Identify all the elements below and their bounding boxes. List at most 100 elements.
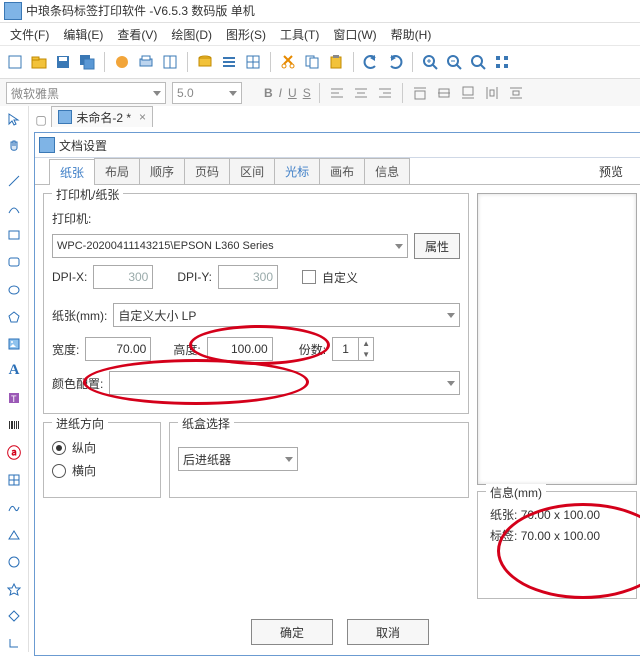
menu-edit[interactable]: 编辑(E) [57, 24, 109, 45]
doc-settings-icon[interactable] [113, 53, 131, 71]
redo-icon[interactable] [386, 53, 404, 71]
dpi-y-label: DPI-Y: [177, 270, 212, 284]
text-icon[interactable]: A [5, 362, 23, 379]
polygon-icon[interactable] [5, 308, 23, 325]
fontsize-value: 5.0 [177, 86, 194, 100]
tab-cursor[interactable]: 光标 [274, 158, 320, 184]
saveall-icon[interactable] [78, 53, 96, 71]
triangle-icon[interactable] [5, 526, 23, 543]
ellipse-icon[interactable] [5, 281, 23, 298]
menu-window[interactable]: 窗口(W) [327, 24, 382, 45]
pointer-icon[interactable] [5, 110, 23, 127]
new-icon[interactable] [6, 53, 24, 71]
close-icon[interactable]: × [139, 110, 146, 124]
tab-range[interactable]: 区间 [229, 158, 275, 184]
dpi-y-field[interactable]: 300 [218, 265, 278, 289]
align-left-icon[interactable] [328, 84, 346, 102]
strike-button[interactable]: S [303, 86, 311, 100]
dist-h-icon[interactable] [483, 84, 501, 102]
richtext-icon[interactable]: T [5, 390, 23, 407]
grid-icon[interactable] [244, 53, 262, 71]
database-icon[interactable] [196, 53, 214, 71]
cancel-button[interactable]: 取消 [347, 619, 429, 645]
angle-icon[interactable] [5, 635, 23, 652]
menu-view[interactable]: 查看(V) [111, 24, 163, 45]
copies-spinner[interactable]: 1 ▲▼ [332, 337, 374, 361]
star-icon[interactable] [5, 581, 23, 598]
menu-shape[interactable]: 图形(S) [220, 24, 272, 45]
tab-canvas[interactable]: 画布 [319, 158, 365, 184]
dialog-left: 打印机/纸张 打印机: WPC-20200411143215\EPSON L36… [43, 193, 469, 607]
tab-layout[interactable]: 布局 [94, 158, 140, 184]
underline-button[interactable]: U [288, 86, 297, 100]
paper-combo[interactable]: 自定义大小 LP [113, 303, 460, 327]
workspace: A T ⓐ ▢ 未命名-2 * × 文档设置 纸张 布局 顺序 页码 区间 [0, 106, 640, 652]
hand-icon[interactable] [5, 137, 23, 154]
printer-combo[interactable]: WPC-20200411143215\EPSON L360 Series [52, 234, 408, 258]
cut-icon[interactable] [279, 53, 297, 71]
landscape-radio[interactable] [52, 464, 66, 478]
menu-draw[interactable]: 绘图(D) [165, 24, 218, 45]
custom-dpi-checkbox[interactable] [302, 270, 316, 284]
copy-icon[interactable] [303, 53, 321, 71]
diamond-icon[interactable] [5, 608, 23, 625]
table-icon[interactable] [5, 472, 23, 489]
tab-order[interactable]: 顺序 [139, 158, 185, 184]
tab-page[interactable]: 页码 [184, 158, 230, 184]
align-right-icon[interactable] [376, 84, 394, 102]
spin-up-icon[interactable]: ▲ [359, 338, 373, 349]
open-icon[interactable] [30, 53, 48, 71]
circle-icon[interactable] [5, 553, 23, 570]
font-combo[interactable]: 微软雅黑 [6, 82, 166, 104]
width-field[interactable]: 70.00 [85, 337, 151, 361]
save-icon[interactable] [54, 53, 72, 71]
undo-icon[interactable] [362, 53, 380, 71]
properties-button[interactable]: 属性 [414, 233, 460, 259]
italic-button[interactable]: I [279, 86, 282, 100]
portrait-label: 纵向 [72, 439, 96, 456]
height-field[interactable]: 100.00 [207, 337, 273, 361]
image-icon[interactable] [5, 335, 23, 352]
align-center-icon[interactable] [352, 84, 370, 102]
preview-canvas [477, 193, 637, 485]
color-profile-combo[interactable] [109, 371, 460, 395]
valign-bottom-icon[interactable] [459, 84, 477, 102]
tray-combo[interactable]: 后进纸器 [178, 447, 298, 471]
fontsize-combo[interactable]: 5.0 [172, 82, 242, 104]
variable-icon[interactable]: ⓐ [5, 444, 23, 462]
app-titlebar: 中琅条码标签打印软件 -V6.5.3 数码版 单机 [0, 0, 640, 23]
valign-mid-icon[interactable] [435, 84, 453, 102]
tab-paper[interactable]: 纸张 [49, 159, 95, 185]
zoomin-icon[interactable] [421, 53, 439, 71]
barcode-icon[interactable] [5, 417, 23, 434]
chevron-down-icon [447, 313, 455, 318]
dist-v-icon[interactable] [507, 84, 525, 102]
bold-button[interactable]: B [264, 86, 273, 100]
list-icon[interactable] [220, 53, 238, 71]
line-icon[interactable] [5, 172, 23, 189]
menu-help[interactable]: 帮助(H) [385, 24, 438, 45]
print-icon[interactable] [137, 53, 155, 71]
zoomout-icon[interactable] [445, 53, 463, 71]
zoomfit-icon[interactable] [469, 53, 487, 71]
dialog-titlebar[interactable]: 文档设置 [35, 133, 640, 158]
grid-toggle-icon[interactable] [493, 53, 511, 71]
menu-file[interactable]: 文件(F) [4, 24, 55, 45]
portrait-radio[interactable] [52, 441, 66, 455]
landscape-label: 横向 [72, 462, 96, 479]
tab-info[interactable]: 信息 [364, 158, 410, 184]
spin-down-icon[interactable]: ▼ [359, 349, 373, 360]
paste-icon[interactable] [327, 53, 345, 71]
document-tab[interactable]: 未命名-2 * × [51, 106, 153, 127]
ok-button[interactable]: 确定 [251, 619, 333, 645]
freeline-icon[interactable] [5, 499, 23, 516]
roundrect-icon[interactable] [5, 254, 23, 271]
curve-icon[interactable] [5, 199, 23, 216]
menu-tools[interactable]: 工具(T) [274, 24, 325, 45]
print-preview-icon[interactable] [161, 53, 179, 71]
rect-icon[interactable] [5, 227, 23, 244]
dpi-x-field[interactable]: 300 [93, 265, 153, 289]
doc-tab-collapse-icon[interactable]: ▢ [34, 113, 48, 127]
valign-top-icon[interactable] [411, 84, 429, 102]
group-legend: 纸盒选择 [178, 415, 234, 432]
